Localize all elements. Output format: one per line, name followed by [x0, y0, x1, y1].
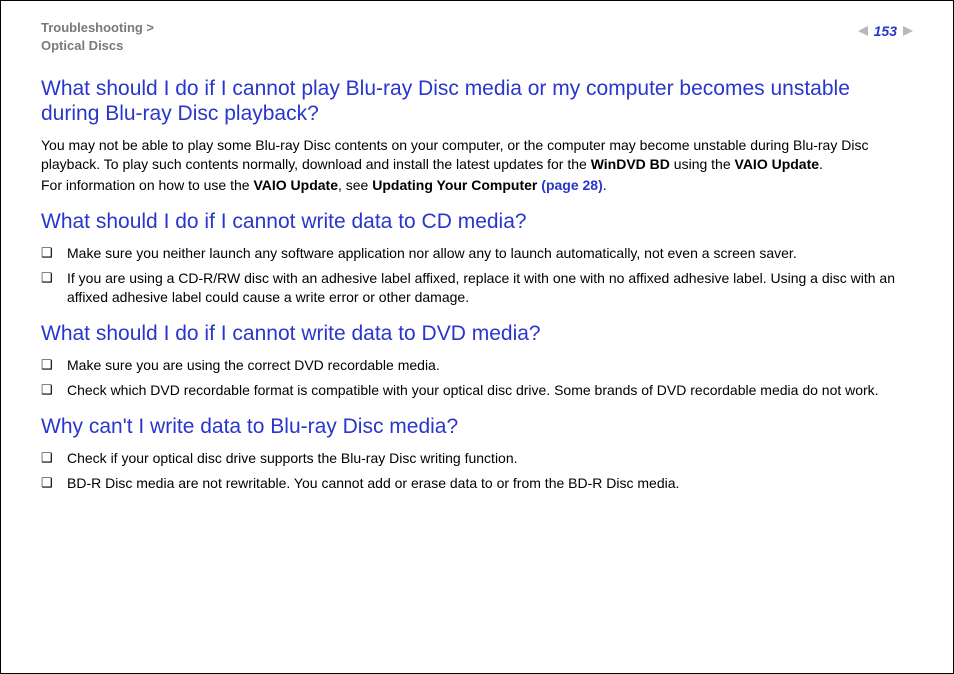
next-page-icon[interactable]: [903, 26, 913, 36]
list-item-text: If you are using a CD-R/RW disc with an …: [67, 269, 913, 307]
bullet-icon: ❑: [41, 244, 67, 262]
list-item: ❑Check if your optical disc drive suppor…: [41, 449, 913, 468]
breadcrumb-line1: Troubleshooting >: [41, 20, 154, 35]
page-nav: 153: [858, 23, 913, 39]
page-header: Troubleshooting > Optical Discs 153: [41, 19, 913, 54]
bold-vaio-update: VAIO Update: [735, 156, 820, 172]
list-item-text: Make sure you are using the correct DVD …: [67, 356, 913, 375]
page-link-28[interactable]: (page 28): [541, 177, 602, 193]
text: For information on how to use the: [41, 177, 253, 193]
bold-updating-computer: Updating Your Computer: [372, 177, 541, 193]
list-item: ❑Make sure you are using the correct DVD…: [41, 356, 913, 375]
section1-heading: What should I do if I cannot play Blu-ra…: [41, 76, 913, 126]
list-item-text: Check if your optical disc drive support…: [67, 449, 913, 468]
section4-list: ❑Check if your optical disc drive suppor…: [41, 449, 913, 493]
section2-heading: What should I do if I cannot write data …: [41, 209, 913, 234]
list-item-text: BD-R Disc media are not rewritable. You …: [67, 474, 913, 493]
section1-paragraph1: You may not be able to play some Blu-ray…: [41, 136, 913, 174]
breadcrumb: Troubleshooting > Optical Discs: [41, 19, 154, 54]
bullet-icon: ❑: [41, 474, 67, 492]
bullet-icon: ❑: [41, 356, 67, 374]
list-item: ❑Check which DVD recordable format is co…: [41, 381, 913, 400]
bullet-icon: ❑: [41, 381, 67, 399]
list-item: ❑Make sure you neither launch any softwa…: [41, 244, 913, 263]
page-number: 153: [874, 23, 897, 39]
page-container: Troubleshooting > Optical Discs 153 What…: [0, 0, 954, 674]
bullet-icon: ❑: [41, 449, 67, 467]
text: , see: [338, 177, 372, 193]
list-item: ❑If you are using a CD-R/RW disc with an…: [41, 269, 913, 307]
section2-list: ❑Make sure you neither launch any softwa…: [41, 244, 913, 307]
bold-vaio-update: VAIO Update: [253, 177, 338, 193]
section1-paragraph2: For information on how to use the VAIO U…: [41, 176, 913, 195]
text: .: [819, 156, 823, 172]
prev-page-icon[interactable]: [858, 26, 868, 36]
section3-list: ❑Make sure you are using the correct DVD…: [41, 356, 913, 400]
text: using the: [670, 156, 735, 172]
content-area: What should I do if I cannot play Blu-ra…: [41, 76, 913, 493]
section3-heading: What should I do if I cannot write data …: [41, 321, 913, 346]
text: .: [603, 177, 607, 193]
bullet-icon: ❑: [41, 269, 67, 287]
breadcrumb-line2: Optical Discs: [41, 38, 123, 53]
list-item: ❑BD-R Disc media are not rewritable. You…: [41, 474, 913, 493]
list-item-text: Make sure you neither launch any softwar…: [67, 244, 913, 263]
list-item-text: Check which DVD recordable format is com…: [67, 381, 913, 400]
section4-heading: Why can't I write data to Blu-ray Disc m…: [41, 414, 913, 439]
bold-windvd: WinDVD BD: [591, 156, 670, 172]
